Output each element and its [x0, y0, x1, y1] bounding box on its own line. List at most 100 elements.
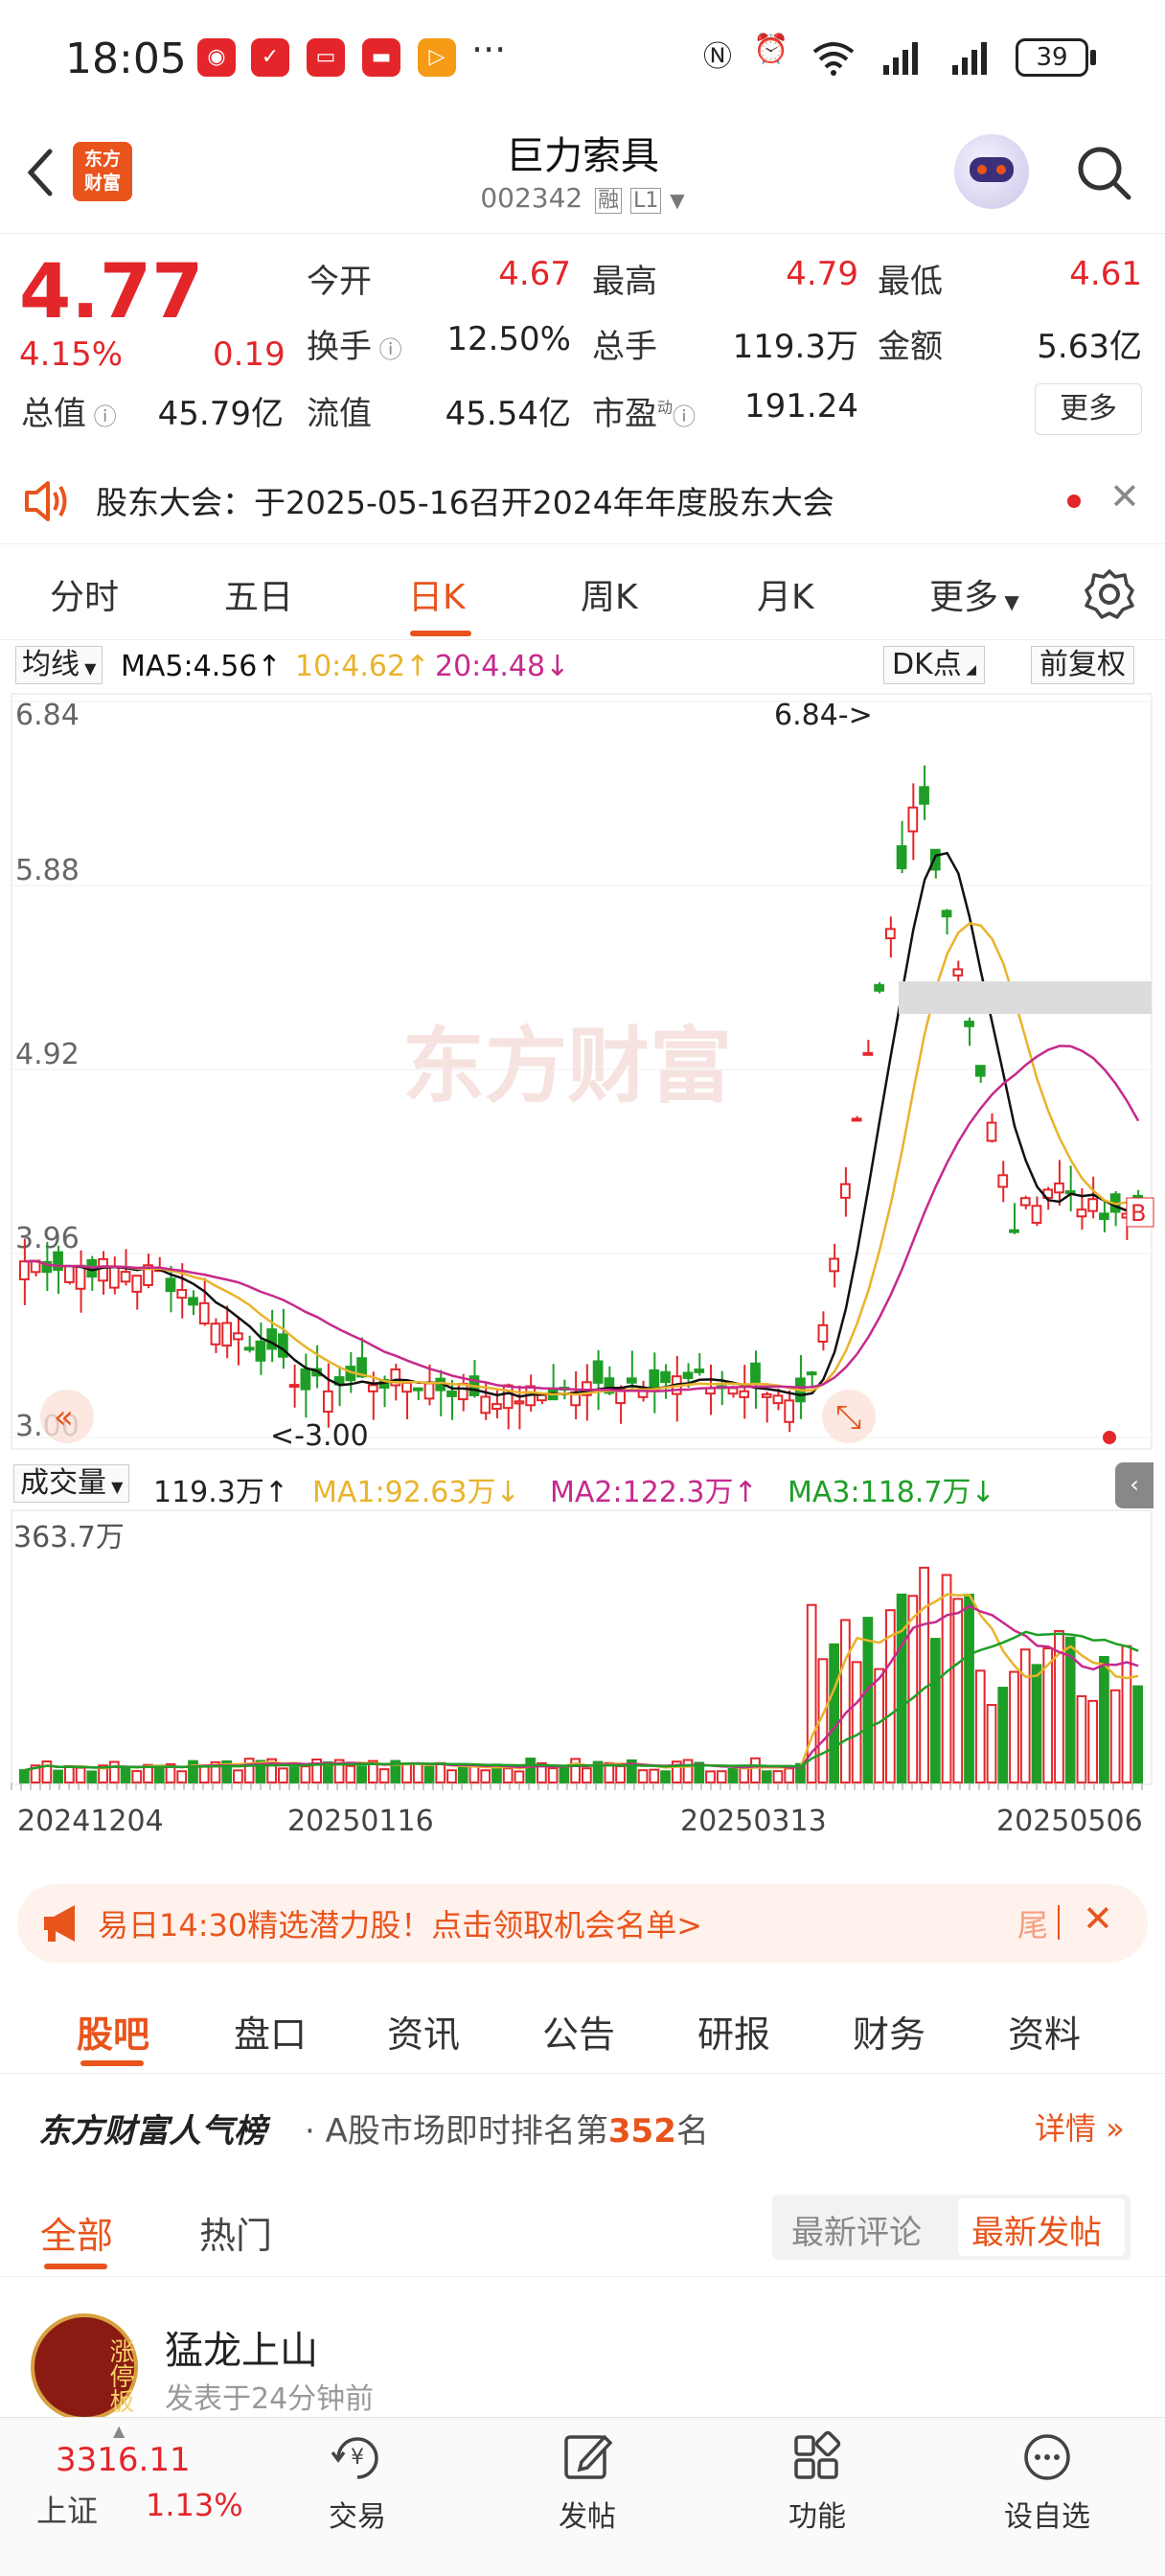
- volume-chart[interactable]: 363.7万 20241204 20250116 20250313 20250506: [0, 1508, 1165, 1873]
- quote-panel: 4.77 4.15% 0.19 今开 4.67 最高 4.79 最低 4.61 …: [0, 236, 1165, 452]
- more-button[interactable]: 更多: [1035, 383, 1142, 435]
- nav-watchlist[interactable]: 设自选: [975, 2418, 1119, 2535]
- nav-trade-label: 交易: [329, 2500, 386, 2534]
- notice-bar[interactable]: 股东大会：于2025-05-16召开2024年年度股东大会 ✕: [0, 458, 1165, 544]
- rank-brand: 东方财富人气榜: [38, 2112, 266, 2150]
- candle: [592, 1360, 604, 1384]
- tab-announcements[interactable]: 公告: [542, 2005, 615, 2058]
- megaphone-icon: [44, 1905, 75, 1942]
- volume-bar: [761, 1770, 772, 1784]
- volume-bar: [288, 1766, 300, 1784]
- open-label: 今开: [307, 263, 372, 301]
- tab-five-day[interactable]: 五日: [224, 569, 293, 619]
- volume-bar: [559, 1767, 570, 1784]
- volume-selector[interactable]: 成交量 ▼: [13, 1464, 130, 1503]
- filter-all[interactable]: 全部: [40, 2206, 113, 2259]
- candle: [514, 1400, 525, 1405]
- volume-bar: [1099, 1655, 1109, 1783]
- volume-bar: [1087, 1699, 1099, 1783]
- tab-more[interactable]: 更多 ▼: [929, 569, 1019, 619]
- dk-point-button[interactable]: DK点 ◢: [883, 646, 985, 684]
- candle: [817, 1323, 829, 1344]
- candle: [727, 1387, 739, 1395]
- volume-bar: [345, 1764, 356, 1783]
- candle: [941, 909, 952, 918]
- tab-news[interactable]: 资讯: [387, 2005, 460, 2058]
- promo-banner[interactable]: 易日14:30精选潜力股！点击领取机会名单> 尾 ✕: [17, 1884, 1148, 1963]
- volume-bar: [108, 1760, 120, 1783]
- post-username[interactable]: 猛龙上山: [165, 2319, 318, 2375]
- amount-value: 5.63亿: [1037, 328, 1142, 366]
- candle: [1009, 1229, 1019, 1233]
- volume-bar: [952, 1598, 964, 1784]
- search-icon[interactable]: [1073, 142, 1134, 203]
- tab-intraday[interactable]: 分时: [50, 569, 119, 619]
- volume-bar: [120, 1766, 131, 1784]
- post-item[interactable]: 涨停板 猛龙上山 发表于24分钟前: [0, 2296, 1165, 2421]
- volume-bar: [278, 1767, 288, 1784]
- x-tick-label: 20250506: [996, 1805, 1143, 1838]
- candle: [896, 845, 907, 870]
- candle: [457, 1383, 468, 1401]
- sort-latest-post[interactable]: 最新发帖: [971, 2206, 1102, 2253]
- candle: [266, 1328, 278, 1350]
- candle: [772, 1394, 784, 1405]
- popularity-rank[interactable]: 东方财富人气榜 · A股市场即时排名第352名 详情 »: [0, 2085, 1165, 2168]
- assistant-robot-icon[interactable]: [954, 134, 1029, 209]
- volume-current: 119.3万↑: [153, 1476, 289, 1509]
- active-tab-indicator: [410, 631, 471, 636]
- candle: [986, 1121, 997, 1142]
- candlestick-chart[interactable]: 6.845.884.923.963.00东方财富6.84-><-3.00B«⤡: [0, 692, 1165, 1459]
- post-filter: 全部 热门 最新评论 最新发帖: [0, 2181, 1165, 2277]
- volume-bar: [378, 1768, 390, 1783]
- float-cap-label: 流值: [307, 395, 372, 433]
- stock-header: 东方 财富 巨力索具 002342 融 L1 ▼: [0, 115, 1165, 234]
- nav-functions[interactable]: 功能: [745, 2418, 889, 2535]
- tab-monthly-k[interactable]: 月K: [757, 569, 814, 619]
- volume-bar: [198, 1764, 210, 1784]
- candle: [907, 806, 919, 833]
- volume-bar: [705, 1770, 716, 1784]
- close-icon[interactable]: ✕: [1083, 1898, 1113, 1940]
- tab-research[interactable]: 研报: [697, 2005, 770, 2058]
- tab-daily-k[interactable]: 日K: [408, 569, 466, 619]
- sort-latest-comment[interactable]: 最新评论: [791, 2206, 922, 2253]
- candle: [929, 848, 941, 871]
- trade-icon: ¥: [331, 2437, 378, 2479]
- adjust-button[interactable]: 前复权: [1031, 646, 1134, 684]
- grid-icon: [794, 2430, 841, 2479]
- tab-guba[interactable]: 股吧: [77, 2005, 149, 2058]
- nav-functions-label: 功能: [788, 2500, 846, 2534]
- tab-profile[interactable]: 资料: [1008, 2005, 1081, 2058]
- market-cap-label: 总值 ⓘ: [21, 395, 117, 433]
- avatar[interactable]: 涨停板: [31, 2313, 138, 2421]
- tab-pankou[interactable]: 盘口: [234, 2005, 307, 2058]
- filter-hot[interactable]: 热门: [199, 2206, 272, 2259]
- rank-detail-link[interactable]: 详情 »: [1035, 2104, 1125, 2149]
- change-percent: 4.15%: [19, 335, 124, 374]
- close-icon[interactable]: ✕: [1109, 475, 1140, 518]
- volume-bar: [649, 1768, 660, 1784]
- index-value[interactable]: 3316.11: [56, 2441, 191, 2479]
- tab-finance[interactable]: 财务: [853, 2005, 925, 2058]
- tab-weekly-k[interactable]: 周K: [581, 569, 638, 619]
- nav-post[interactable]: 发帖: [515, 2418, 659, 2535]
- ma10-label: 10:4.62↑: [295, 650, 430, 683]
- battery-level: 39: [1036, 43, 1068, 72]
- nav-trade[interactable]: ¥ 交易: [286, 2418, 429, 2535]
- x-tick-label: 20241204: [17, 1805, 164, 1838]
- ma-selector[interactable]: 均线 ▼: [15, 646, 103, 684]
- volume-bar: [480, 1769, 491, 1783]
- candle: [131, 1275, 143, 1293]
- gear-icon[interactable]: [1083, 567, 1136, 621]
- banner-tail: 尾: [1017, 1907, 1049, 1944]
- candle: [952, 968, 964, 977]
- collapse-panel-button[interactable]: ‹: [1115, 1462, 1154, 1508]
- app-notification-icon: ◉: [197, 38, 236, 77]
- margin-tag: 融: [595, 188, 623, 214]
- volume-bar: [243, 1758, 255, 1783]
- volume-bar: [176, 1770, 188, 1783]
- post-time: 发表于24分钟前: [165, 2382, 375, 2416]
- volume-bar: [1009, 1670, 1019, 1783]
- notice-text: 股东大会：于2025-05-16召开2024年年度股东大会: [96, 484, 834, 521]
